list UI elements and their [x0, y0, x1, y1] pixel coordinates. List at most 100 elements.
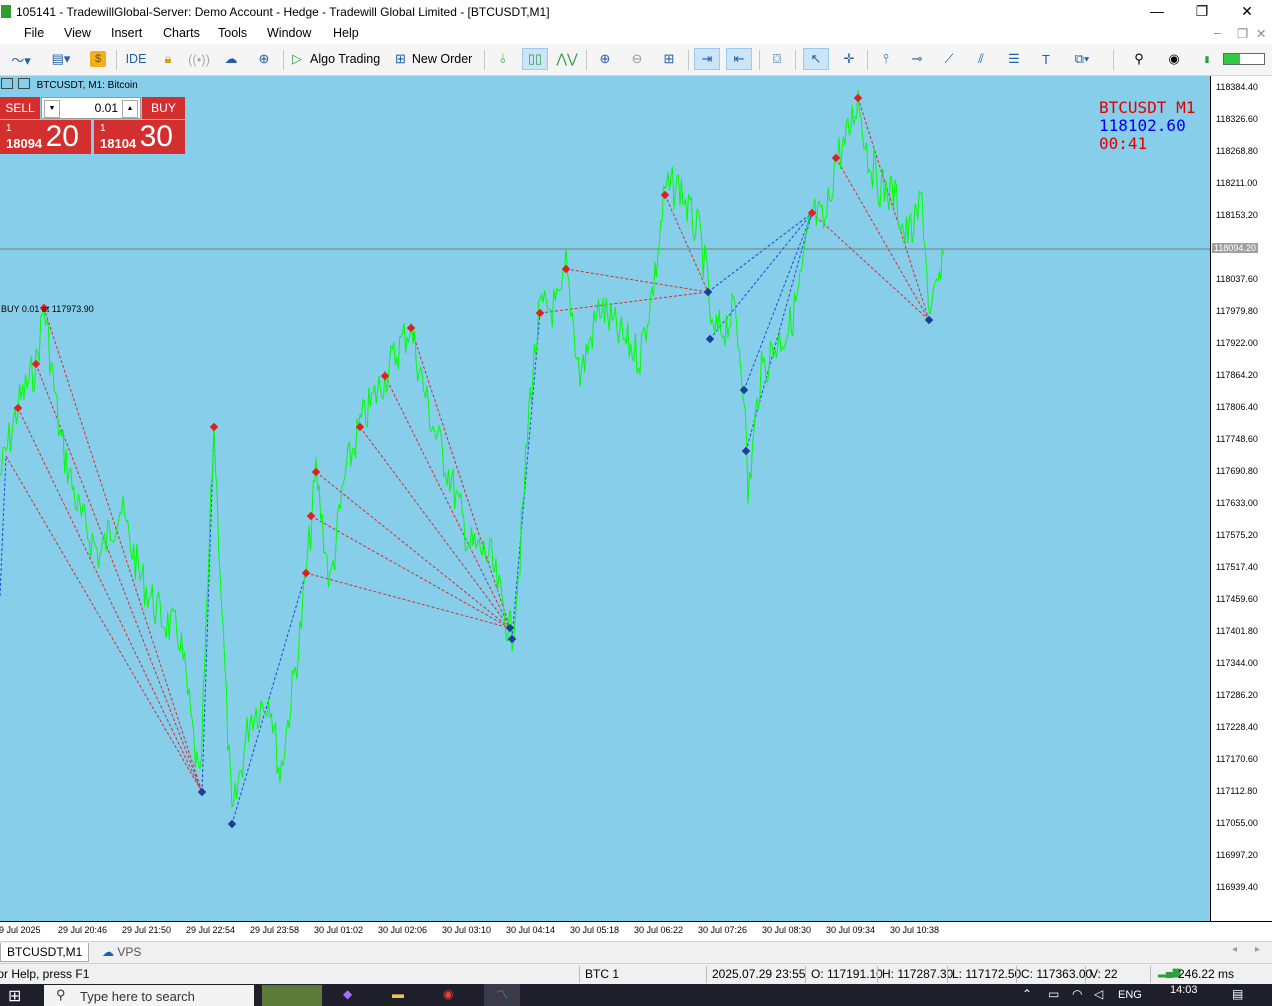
line-chart-dropdown-icon[interactable]: 〜▾	[4, 48, 38, 70]
symbol-timeframe: BTCUSDT M1	[1099, 98, 1196, 117]
chrome-icon[interactable]: ◉	[443, 987, 453, 1001]
weather-widget-icon[interactable]	[262, 985, 322, 1006]
sell-price-box[interactable]: 1 18094 20	[0, 120, 91, 154]
tile-windows-icon[interactable]: ⊞	[657, 48, 681, 70]
menu-charts[interactable]: Charts	[163, 26, 200, 40]
buy-position-label[interactable]: BUY 0.01 at 117973.90	[1, 304, 94, 314]
ide-button[interactable]: IDE	[122, 48, 150, 70]
fan-line	[35, 363, 203, 793]
tab-scroll-left-icon[interactable]: ◂	[1232, 944, 1237, 955]
mdi-minimize-icon[interactable]: –	[1214, 26, 1221, 40]
copilot-icon[interactable]: ◆	[343, 987, 352, 1001]
bar-chart-icon[interactable]: ⫰	[491, 48, 515, 70]
lot-decrease-icon[interactable]: ▼	[44, 100, 60, 118]
vps-globe-icon[interactable]: ⊕	[253, 48, 275, 70]
taskbar-search[interactable]: ⚲ Type here to search	[44, 985, 254, 1006]
account-icon[interactable]: ◉	[1162, 48, 1186, 70]
window-title: 105141 - TradewillGlobal-Server: Demo Ac…	[16, 5, 550, 19]
windows-start-icon[interactable]: ⊞	[8, 986, 21, 1006]
file-explorer-icon[interactable]: ▬	[392, 987, 404, 1001]
swing-marker	[741, 446, 751, 456]
menu-help[interactable]: Help	[333, 26, 359, 40]
status-profile[interactable]: BTC 1	[585, 967, 619, 981]
chart-template-dropdown-icon[interactable]: ▤▾	[43, 48, 79, 70]
sell-price-big: 20	[45, 120, 79, 153]
price-axis[interactable]: 118384.40 118326.60 118268.80 118211.00 1181…	[1210, 76, 1272, 921]
price-axis-label: 117633.00	[1216, 498, 1258, 508]
chart-canvas[interactable]	[0, 76, 1210, 921]
market-icon[interactable]: $	[88, 48, 108, 70]
lock-icon[interactable]: 🔒︎	[158, 48, 178, 70]
wifi-icon[interactable]: ◠	[1072, 987, 1082, 1001]
tab-scroll-right-icon[interactable]: ▸	[1255, 944, 1260, 955]
buy-price-mid: 18104	[100, 136, 137, 151]
algo-trading-button[interactable]: ▷ Algo Trading	[288, 48, 386, 70]
buy-button[interactable]: BUY	[142, 97, 185, 119]
time-axis[interactable]: 29 Jul 2025 29 Jul 20:46 29 Jul 21:50 29 Ju…	[0, 921, 1272, 941]
fan-line	[201, 426, 215, 793]
menu-tools[interactable]: Tools	[218, 26, 247, 40]
price-axis-label: 118268.80	[1216, 146, 1258, 156]
swing-marker	[535, 308, 545, 318]
signal-strength-icon[interactable]: ▮	[1196, 48, 1218, 70]
text-tool-icon[interactable]: T	[1034, 48, 1058, 70]
chart-menu-icon[interactable]	[1, 78, 13, 89]
language-indicator[interactable]: ENG	[1118, 989, 1142, 1001]
battery-icon[interactable]: ▭	[1048, 987, 1059, 1001]
horizontal-line-icon[interactable]: ⊸	[905, 48, 929, 70]
connection-bar-icon[interactable]	[1222, 48, 1266, 70]
status-volume: V: 22	[1090, 967, 1118, 981]
price-axis-label: 118153.20	[1216, 210, 1258, 220]
cloud-icon: ☁	[102, 945, 114, 959]
candlestick-icon[interactable]: ▯▯	[522, 48, 548, 70]
line-chart-icon[interactable]: ⋀⋁	[555, 48, 579, 70]
tab-vps[interactable]: ☁ VPS	[96, 943, 147, 961]
time-axis-label: 30 Jul 08:30	[762, 925, 812, 935]
lot-input[interactable]	[64, 100, 118, 116]
price-chart[interactable]	[0, 76, 1210, 921]
menu-window[interactable]: Window	[267, 26, 311, 40]
crosshair-icon[interactable]: ✛	[837, 48, 861, 70]
cloud-icon[interactable]: ☁	[220, 48, 242, 70]
bar-countdown: 00:41	[1099, 134, 1148, 153]
fibonacci-icon[interactable]: ☰	[1001, 48, 1027, 70]
search-icon[interactable]: ⚲	[1127, 48, 1151, 70]
vertical-line-icon[interactable]: ⫯	[874, 48, 898, 70]
metatrader-taskbar-icon[interactable]: 〽	[484, 984, 520, 1006]
signal-icon[interactable]: ((•))	[188, 48, 210, 70]
cursor-icon[interactable]: ↖	[803, 48, 829, 70]
price-axis-label: 117864.20	[1216, 370, 1258, 380]
new-order-button[interactable]: ⊞ New Order	[392, 48, 478, 70]
minimize-button[interactable]: —	[1137, 2, 1177, 20]
zoom-in-icon[interactable]: ⊕	[593, 48, 617, 70]
trend-line-icon[interactable]: ⟋	[937, 48, 961, 70]
volume-icon[interactable]: ◁	[1094, 987, 1103, 1001]
clock-time[interactable]: 14:03	[1170, 984, 1198, 996]
notifications-icon[interactable]: ▤	[1232, 987, 1243, 1001]
status-close: C: 117363.00	[1021, 967, 1093, 981]
buy-price-box[interactable]: 1 18104 30	[94, 120, 185, 154]
status-ping[interactable]: 246.22 ms	[1178, 967, 1234, 981]
mdi-restore-icon[interactable]: ❐	[1237, 26, 1248, 41]
mdi-close-icon[interactable]: ✕	[1256, 26, 1266, 41]
menu-file[interactable]: File	[24, 26, 44, 40]
price-axis-label: 117922.00	[1216, 338, 1258, 348]
autoscroll-icon[interactable]: ⇥	[694, 48, 720, 70]
time-axis-label: 29 Jul 2025	[0, 925, 41, 935]
sell-button[interactable]: SELL	[0, 97, 40, 119]
restore-button[interactable]: ❐	[1182, 2, 1222, 20]
menu-view[interactable]: View	[64, 26, 91, 40]
shapes-dropdown-icon[interactable]: ⧉▾	[1064, 48, 1100, 70]
chart-header: BTCUSDT, M1: Bitcoin	[0, 78, 138, 96]
channel-icon[interactable]: ⫽	[969, 48, 993, 70]
lot-increase-icon[interactable]: ▲	[122, 100, 138, 118]
zoom-out-icon[interactable]: ⊖	[625, 48, 649, 70]
tab-btcusdt[interactable]: BTCUSDT,M1	[0, 943, 90, 962]
tray-chevron-icon[interactable]: ⌃	[1022, 987, 1032, 1001]
close-button[interactable]: ✕	[1227, 2, 1267, 20]
screenshot-icon[interactable]: ⌼	[765, 48, 789, 70]
menu-insert[interactable]: Insert	[111, 26, 142, 40]
price-axis-label: 118326.60	[1216, 114, 1258, 124]
chart-shift-icon[interactable]: ⇤	[726, 48, 752, 70]
price-axis-label: 117112.80	[1216, 786, 1258, 796]
